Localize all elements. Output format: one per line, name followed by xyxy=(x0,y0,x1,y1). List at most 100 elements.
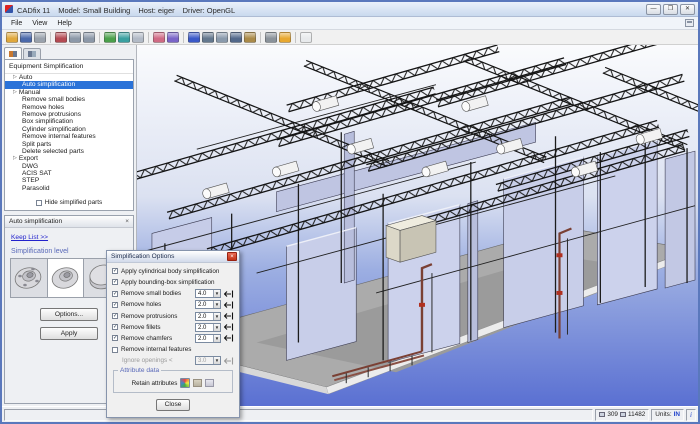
palette-icon[interactable] xyxy=(167,32,179,43)
tab-simplification[interactable] xyxy=(4,47,22,59)
value-combo[interactable]: 2.0▼ xyxy=(195,334,221,343)
row-remove-fillets: ✓ Remove fillets 2.0▼ xyxy=(112,323,234,332)
pick-distance-icon[interactable] xyxy=(224,301,234,309)
status-info-cell[interactable]: i xyxy=(686,409,696,421)
erase-icon[interactable] xyxy=(153,32,165,43)
value-combo[interactable]: 2.0▼ xyxy=(195,323,221,332)
dialog-close-button[interactable]: × xyxy=(227,252,237,261)
panel-title: Auto simplification xyxy=(9,218,62,225)
options-button[interactable]: Options... xyxy=(40,308,98,321)
tree-item-delete-selected-parts[interactable]: Delete selected parts xyxy=(5,148,133,155)
expander-icon[interactable]: ▷ xyxy=(13,74,17,81)
checkbox-checked[interactable]: ✓ xyxy=(112,268,118,274)
tree-item-step[interactable]: STEP xyxy=(5,177,133,184)
checkbox-checked[interactable]: ✓ xyxy=(112,279,118,285)
nav-back-icon[interactable] xyxy=(69,32,81,43)
hide-simplified-row: Hide simplified parts xyxy=(5,196,133,210)
retain-layers-icon[interactable] xyxy=(193,379,202,387)
apply-button[interactable]: Apply xyxy=(40,327,98,340)
window-title: CADfix 11Model: Small BuildingHost: eige… xyxy=(17,0,243,18)
dialog-close-action-button[interactable]: Close xyxy=(156,399,190,411)
zoom-tool-icon[interactable] xyxy=(230,32,242,43)
tree-item-remove-holes[interactable]: Remove holes xyxy=(5,104,133,111)
tree-item-remove-small-bodies[interactable]: Remove small bodies xyxy=(5,96,133,103)
menu-file[interactable]: File xyxy=(6,19,27,28)
center-view-icon[interactable] xyxy=(202,32,214,43)
title-segment: Host: eiger xyxy=(138,6,174,15)
tree-item-remove-protrusions[interactable]: Remove protrusions xyxy=(5,111,133,118)
tree-item-remove-internal-features[interactable]: Remove internal features xyxy=(5,133,133,140)
checkbox-checked[interactable]: ✓ xyxy=(112,313,118,319)
tree-group-export[interactable]: ▷Export xyxy=(5,155,133,162)
history-icon[interactable] xyxy=(55,32,67,43)
tree-item-parasolid[interactable]: Parasolid xyxy=(5,185,133,192)
tree-item-cylinder-simplification[interactable]: Cylinder simplification xyxy=(5,126,133,133)
checkbox-checked[interactable]: ✓ xyxy=(112,302,118,308)
chevron-down-icon[interactable]: ▼ xyxy=(213,290,220,297)
dialog-title: Simplification Options xyxy=(111,253,174,260)
chevron-down-icon[interactable]: ▼ xyxy=(213,324,220,331)
checkbox-checked[interactable]: ✓ xyxy=(112,335,118,341)
expander-icon[interactable]: ▷ xyxy=(13,89,17,96)
value-combo[interactable]: 4.0▼ xyxy=(195,289,221,298)
panel-close-icon[interactable]: × xyxy=(125,219,129,225)
display-box-icon[interactable] xyxy=(216,32,228,43)
attribute-data-label: Attribute data xyxy=(118,367,161,374)
checkbox-checked[interactable]: ✓ xyxy=(112,324,118,330)
hide-simplified-checkbox[interactable] xyxy=(36,200,42,206)
print-icon[interactable] xyxy=(34,32,46,43)
return-arrow-icon[interactable] xyxy=(118,32,130,43)
value-combo[interactable]: 2.0▼ xyxy=(195,300,221,309)
pick-distance-icon[interactable] xyxy=(224,312,234,320)
value-combo[interactable]: 2.0▼ xyxy=(195,312,221,321)
retain-colors-button[interactable] xyxy=(180,378,190,388)
level-medium-thumb[interactable] xyxy=(48,259,85,297)
entity-count-icon xyxy=(599,412,605,417)
stereo-view-icon[interactable] xyxy=(188,32,200,43)
measure-icon[interactable] xyxy=(244,32,256,43)
hide-simplified-label: Hide simplified parts xyxy=(45,199,103,206)
pick-distance-icon[interactable] xyxy=(224,323,234,331)
tree-group-auto[interactable]: ▷Auto xyxy=(5,74,133,81)
retain-names-icon[interactable] xyxy=(205,379,214,387)
expander-icon[interactable]: ▷ xyxy=(13,155,17,162)
transform-tab-icon xyxy=(9,51,17,57)
menu-help[interactable]: Help xyxy=(52,19,76,28)
checkbox-unchecked[interactable] xyxy=(112,347,118,353)
close-button[interactable]: ✕ xyxy=(680,4,695,15)
tab-secondary[interactable] xyxy=(23,48,41,59)
chevron-down-icon: ▼ xyxy=(213,357,220,364)
edit-check-icon[interactable] xyxy=(104,32,116,43)
minimize-button[interactable]: — xyxy=(646,4,661,15)
maximize-button[interactable]: ❐ xyxy=(663,4,678,15)
level-detailed-thumb[interactable] xyxy=(11,259,48,297)
pick-distance-icon[interactable] xyxy=(224,290,234,298)
render-icon[interactable] xyxy=(265,32,277,43)
title-segment: Model: Small Building xyxy=(58,6,130,15)
nav-forward-icon[interactable] xyxy=(83,32,95,43)
tree-item-auto-simplification[interactable]: Auto simplification xyxy=(5,81,133,88)
tree-item-box-simplification[interactable]: Box simplification xyxy=(5,118,133,125)
open-model-icon[interactable] xyxy=(6,32,18,43)
tree-item-acis-sat[interactable]: ACIS SAT xyxy=(5,170,133,177)
tree-item-split-parts[interactable]: Split parts xyxy=(5,141,133,148)
ignore-openings-combo: 3.0▼ xyxy=(195,356,221,365)
chevron-down-icon[interactable]: ▼ xyxy=(213,313,220,320)
status-message-cell xyxy=(4,409,593,421)
menu-view[interactable]: View xyxy=(27,19,52,28)
secondary-tab-icon xyxy=(28,51,36,57)
chevron-down-icon[interactable]: ▼ xyxy=(213,301,220,308)
copy-page-icon[interactable] xyxy=(132,32,144,43)
chevron-down-icon[interactable]: ▼ xyxy=(213,335,220,342)
mdi-restore-icon[interactable] xyxy=(685,19,694,27)
lightning-icon[interactable] xyxy=(279,32,291,43)
tree-group-manual[interactable]: ▷Manual xyxy=(5,89,133,96)
row-remove-protrusions: ✓ Remove protrusions 2.0▼ xyxy=(112,312,234,321)
tree-item-dwg[interactable]: DWG xyxy=(5,163,133,170)
dialog-title-bar[interactable]: Simplification Options × xyxy=(107,251,239,263)
cursor-arrow-icon[interactable] xyxy=(300,32,312,43)
checkbox-checked[interactable]: ✓ xyxy=(112,291,118,297)
keep-list-link[interactable]: Keep List >> xyxy=(11,234,133,241)
save-model-icon[interactable] xyxy=(20,32,32,43)
pick-distance-icon[interactable] xyxy=(224,334,234,342)
